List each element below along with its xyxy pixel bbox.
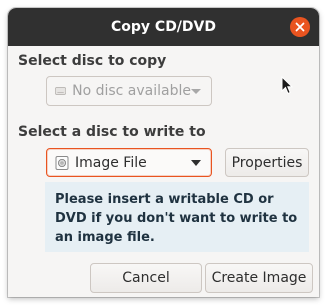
disc-drive-icon xyxy=(55,87,67,95)
destination-disc-value: Image File xyxy=(75,154,147,171)
create-image-button[interactable]: Create Image xyxy=(205,263,313,293)
close-button[interactable] xyxy=(290,17,310,37)
properties-button[interactable]: Properties xyxy=(225,148,309,177)
chevron-down-icon xyxy=(191,159,201,166)
chevron-down-icon xyxy=(191,88,201,94)
source-disc-select[interactable]: No disc available xyxy=(46,76,212,106)
info-message: Please insert a writable CD or DVD if yo… xyxy=(45,182,309,252)
destination-section-label: Select a disc to write to xyxy=(18,124,206,140)
window-title: Copy CD/DVD xyxy=(111,19,216,35)
destination-disc-select[interactable]: Image File xyxy=(46,148,212,177)
cancel-button[interactable]: Cancel xyxy=(90,263,202,293)
close-icon xyxy=(295,22,305,32)
title-bar[interactable]: Copy CD/DVD xyxy=(8,8,319,46)
disc-image-icon xyxy=(55,155,69,170)
source-section-label: Select disc to copy xyxy=(18,53,167,69)
source-disc-value: No disc available xyxy=(72,83,191,99)
copy-disc-dialog: Copy CD/DVD Select disc to copy No disc … xyxy=(8,8,319,297)
mouse-pointer-icon xyxy=(281,76,293,95)
